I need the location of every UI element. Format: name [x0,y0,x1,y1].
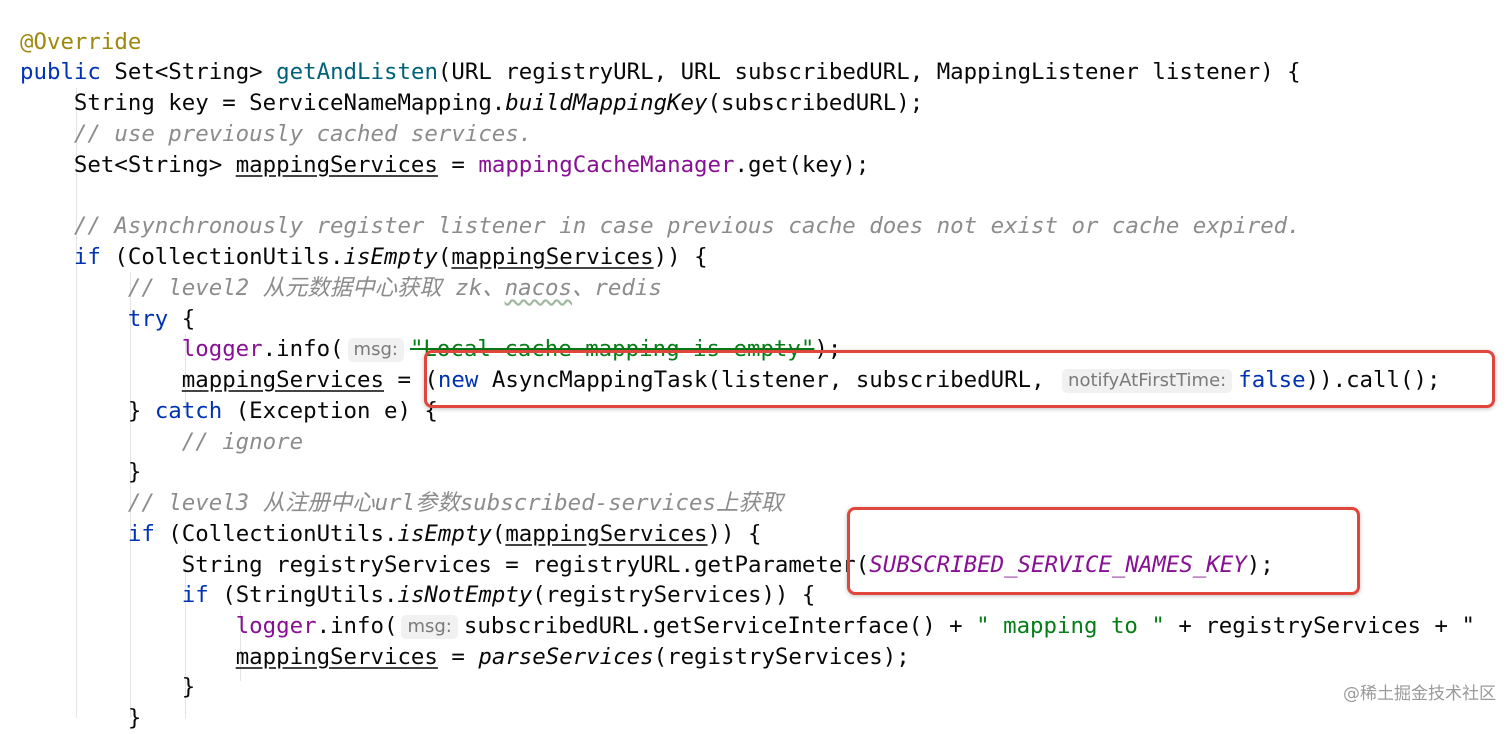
code-text: String registryServices = registryURL.ge… [181,552,870,578]
variable: mappingServices [181,367,384,393]
comment: // level2 从元数据中心获取 zk、 [127,275,505,301]
comment: // ignore [181,429,304,455]
static-call: buildMappingKey [505,90,708,116]
code-line[interactable]: } [20,672,195,703]
keyword: public [20,59,101,85]
code-text: ( [491,521,506,547]
keyword: if [73,244,101,270]
code-line[interactable]: // ignore [20,427,303,458]
code-text: + registryServices + " [1164,613,1475,639]
code-line[interactable]: if (CollectionUtils.isEmpty(mappingServi… [20,242,708,273]
field: logger [181,336,263,362]
code-line[interactable]: // level2 从元数据中心获取 zk、nacos、redis [20,273,662,304]
static-call: parseServices [478,644,654,670]
code-line[interactable]: // use previously cached services. [20,119,532,150]
code-line[interactable]: Set<String> mappingServices = mappingCac… [20,150,869,181]
static-call: isEmpty [397,521,492,547]
code-text: (registryServices); [653,644,910,670]
code-text: = [437,152,479,178]
code-line[interactable]: // level3 从注册中心url参数subscribed-services上… [20,488,783,519]
comment: // use previously cached services. [73,121,533,147]
method-name: getAndListen [276,59,438,85]
comment: // Asynchronously register listener in c… [73,213,1301,239]
static-call: isEmpty [343,244,438,270]
code-text: (Exception e) { [222,398,438,424]
static-call: isNotEmpty [397,582,533,608]
code-text: = [383,367,425,393]
code-text: subscribedURL.getServiceInterface() + [463,613,977,639]
code-line[interactable]: @Override [20,27,141,58]
code-text: (URL registryURL, URL subscribedURL, Map… [437,59,1301,85]
variable: mappingServices [451,244,654,270]
variable: mappingServices [505,521,708,547]
code-text: .get(key); [734,152,870,178]
code-text: } [181,674,196,700]
code-line[interactable]: } [20,703,141,734]
code-line[interactable]: // Asynchronously register listener in c… [20,211,1301,242]
field: logger [235,613,317,639]
code-editor[interactable]: @Override public Set<String> getAndListe… [0,0,1512,731]
keyword: try [127,306,169,332]
code-text: String key = ServiceNameMapping. [73,90,506,116]
comment: 、redis [572,275,662,301]
code-text: (CollectionUtils. [100,244,344,270]
parameter-hint: msg: [347,338,404,362]
code-text: (subscribedURL); [707,90,924,116]
code-text: Set<String> [73,152,236,178]
code-line[interactable]: if (StringUtils.isNotEmpty(registryServi… [20,580,816,611]
keyword: if [181,582,209,608]
code-line[interactable]: try { [20,304,195,335]
variable: mappingServices [235,644,438,670]
code-text: )) { [653,244,708,270]
code-line[interactable]: } [20,457,141,488]
code-text: = [437,644,479,670]
highlight-box-subscribed-key [847,507,1360,595]
code-text: } [127,398,155,424]
code-line[interactable]: if (CollectionUtils.isEmpty(mappingServi… [20,519,762,550]
code-line[interactable]: logger.info(msg: subscribedURL.getService… [20,611,1475,642]
keyword: if [127,521,155,547]
code-text: Set<String> [114,59,263,85]
code-text: } [127,705,142,731]
code-text: .info( [262,336,344,362]
comment: // level3 从注册中心url参数subscribed-services上… [127,490,784,516]
field: mappingCacheManager [478,152,735,178]
code-line[interactable]: } catch (Exception e) { [20,396,438,427]
comment: nacos [504,275,573,301]
code-line[interactable]: String key = ServiceNameMapping.buildMap… [20,88,923,119]
string-literal: " mapping to " [976,613,1165,639]
code-text: .info( [316,613,398,639]
highlight-box-async-task [424,350,1495,408]
code-text: } [127,459,142,485]
code-text: (StringUtils. [208,582,398,608]
code-text: (registryServices)) { [532,582,816,608]
variable: mappingServices [235,152,438,178]
parameter-hint: msg: [401,615,458,639]
code-line[interactable]: public Set<String> getAndListen(URL regi… [20,57,1301,88]
code-text: { [168,306,196,332]
code-text: ( [437,244,452,270]
code-line[interactable]: mappingServices = parseServices(registry… [20,642,910,673]
code-text: )) { [707,521,762,547]
watermark: @稀土掘金技术社区 [1343,684,1496,704]
annotation: @Override [20,29,142,55]
keyword: catch [154,398,223,424]
code-text: (CollectionUtils. [154,521,398,547]
